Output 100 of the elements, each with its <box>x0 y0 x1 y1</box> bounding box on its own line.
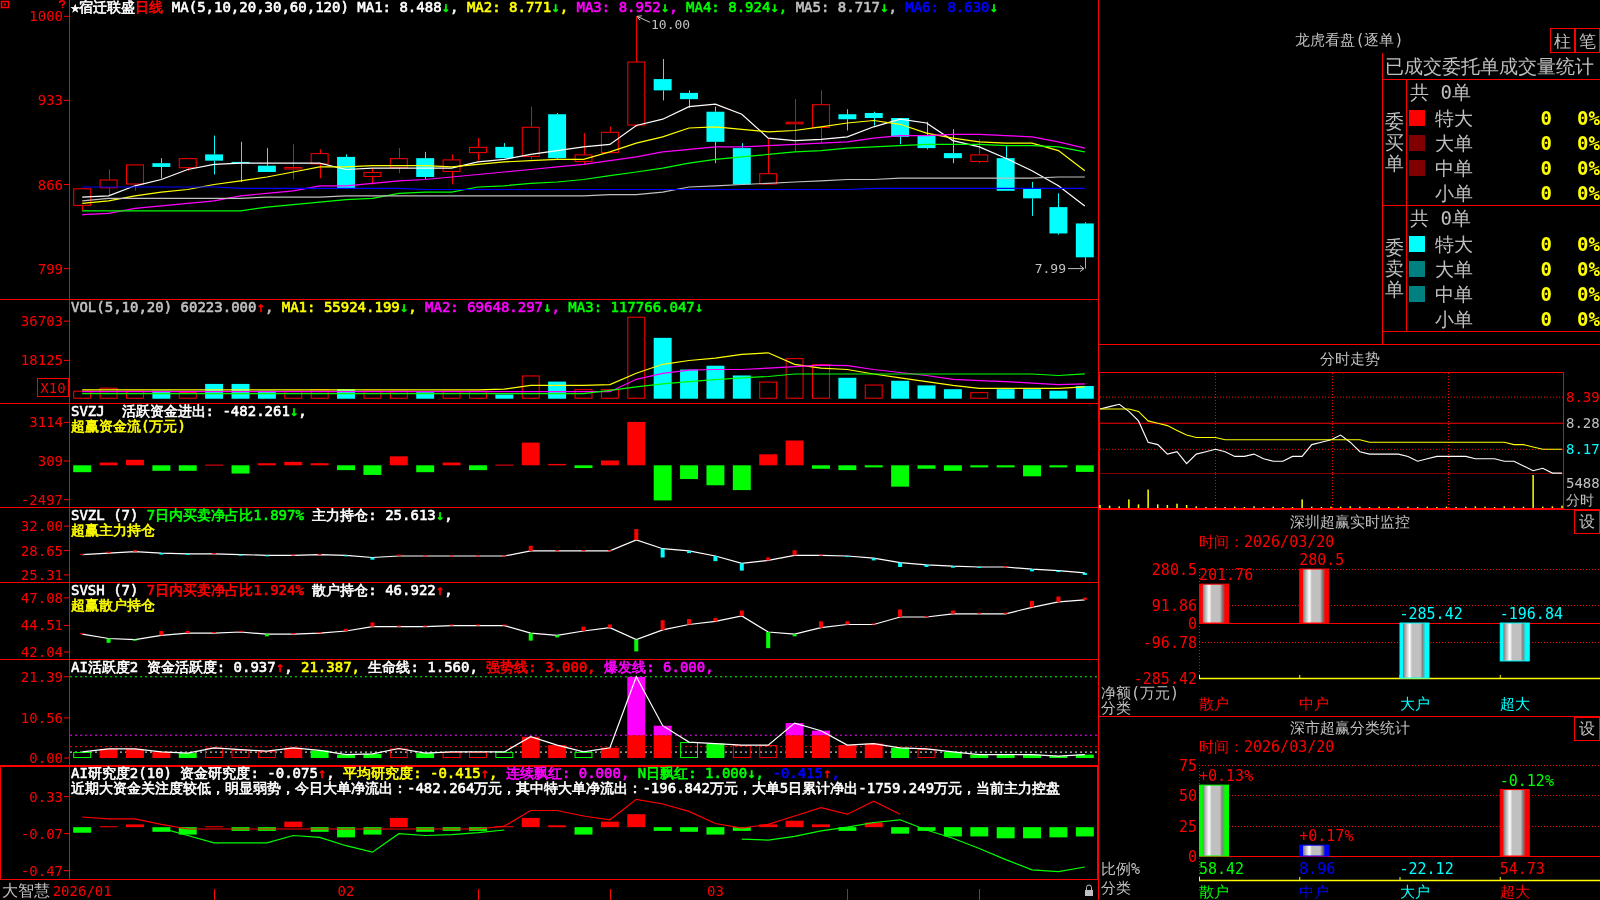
date-label: 02 <box>337 883 355 899</box>
indicator-legend: SVZL (7) 7日内买卖净占比1.897% 主力持仓: 25.613↓, <box>71 508 453 523</box>
axis-label: 280.5 <box>1151 560 1197 579</box>
share-value: 0% <box>1577 232 1600 255</box>
value-label: -0.12% <box>1499 771 1554 790</box>
share-value: 0% <box>1577 181 1600 204</box>
axis-label: 933 <box>37 92 63 109</box>
count-value: 0 <box>1540 282 1552 305</box>
value-label: 8.96 <box>1299 860 1336 878</box>
axis-label: 0.33 <box>29 788 63 805</box>
indicator-legend: 超赢散户持仓 <box>71 598 155 613</box>
total-label: 共 0单 <box>1410 207 1471 229</box>
share-value: 0% <box>1577 282 1600 305</box>
axis-label: 8.28 <box>1566 415 1600 432</box>
axis-label: 25 <box>1178 817 1197 836</box>
value-label: 58.42 <box>1199 860 1245 878</box>
axis-label: 28.65 <box>20 542 63 559</box>
axis-label: 32.00 <box>20 518 63 535</box>
indicator-legend: SVSH (7) 7日内买卖净占比1.924% 散户持仓: 46.922↑, <box>71 583 453 598</box>
axis-label: 10.56 <box>20 709 63 726</box>
date-label: 03 <box>707 883 724 899</box>
axis-label: 42.04 <box>20 644 63 660</box>
count-value: 0 <box>1540 232 1552 255</box>
share-value: 0% <box>1577 156 1600 179</box>
indicator-legend: VOL(5,10,20) 60223.000↑, MA1: 55924.199↓, MA2: 69648.297↓, MA3: 117766.047↓ <box>71 300 704 315</box>
axis-label: 5488 <box>1566 475 1600 491</box>
panel-title: 龙虎看盘(逐单) <box>1295 31 1404 51</box>
value-label: -196.84 <box>1499 605 1563 624</box>
category-label: 超大 <box>1499 695 1530 713</box>
share-value: 0% <box>1577 106 1600 129</box>
axis-label: -0.07 <box>20 825 63 842</box>
row-label: 中单 <box>1434 156 1473 179</box>
indicator-legend: 近期大资金关注度较低，明显弱势，今日大单净流出：-482.264万元，其中特大单净流出：-196.842万元，大单5日累计净出-1759.249万元，当前主力控盘 <box>71 781 1061 796</box>
count-value: 0 <box>1540 106 1552 129</box>
count-value: 0 <box>1540 131 1552 154</box>
side-label: 委买单 <box>1385 111 1404 174</box>
share-value: 0% <box>1577 257 1600 280</box>
time-label: 时间：2026/03/20 <box>1199 533 1335 551</box>
panel-title: 深圳超赢实时监控 <box>1289 513 1410 531</box>
axis-label: 799 <box>37 260 63 277</box>
row-label: 大单 <box>1434 131 1473 154</box>
count-value: 0 <box>1540 181 1552 204</box>
axis-label: 25.31 <box>20 566 63 583</box>
value-label: -22.12 <box>1399 860 1454 878</box>
panel-title: 深市超赢分类统计 <box>1289 719 1410 737</box>
category-label: 大户 <box>1399 883 1430 900</box>
value-label: -285.42 <box>1399 605 1463 624</box>
category-label: 散户 <box>1199 695 1229 713</box>
axis-label: 0 <box>1187 614 1197 633</box>
axis-label: 50 <box>1178 786 1197 805</box>
row-label: 小单 <box>1434 307 1473 330</box>
category-label: 超大 <box>1499 883 1530 900</box>
table-title: 已成交委托单成交量统计 <box>1385 55 1594 77</box>
value-label: 54.73 <box>1499 860 1545 878</box>
panel-title: 分时走势 <box>1319 349 1380 368</box>
value-label: 201.76 <box>1199 566 1254 585</box>
row-label: 小单 <box>1434 181 1473 204</box>
value-label: 280.5 <box>1299 552 1345 569</box>
indicator-legend: 超赢主力持仓 <box>71 523 155 538</box>
price-label: 7.99 <box>1034 261 1066 277</box>
row-label: 中单 <box>1434 282 1473 305</box>
axis-label: -96.78 <box>1142 633 1197 652</box>
side-label: 委卖单 <box>1385 237 1404 300</box>
category-label: 中户 <box>1299 883 1330 900</box>
share-value: 0% <box>1577 307 1600 330</box>
axis-label: 18125 <box>20 352 63 369</box>
axis-label: 309 <box>37 453 63 470</box>
indicator-legend: SVZJ 活跃资金进出: -482.261↓, <box>71 404 307 419</box>
axis-label: 8.17 <box>1566 441 1600 458</box>
value-label: +0.17% <box>1299 827 1354 846</box>
date-label: 2026/01 <box>52 883 112 899</box>
axis-label: 36703 <box>20 313 63 330</box>
row-label: 大单 <box>1434 257 1473 280</box>
category-label: 散户 <box>1199 883 1229 900</box>
row-label: 特大 <box>1434 232 1473 255</box>
count-value: 0 <box>1540 307 1552 330</box>
price-label: 10.00 <box>651 16 691 32</box>
axis-label: -2497 <box>20 491 63 508</box>
share-value: 0% <box>1577 131 1600 154</box>
indicator-legend: AI研究度2(10) 资金研究度: -0.075↑, 平均研究度: -0.415↑, 连续飘红: 0.000, N日飘红: 1.000↓, -0.415↑, <box>71 766 840 781</box>
indicator-legend: 超赢资金流(万元) <box>71 419 186 434</box>
count-value: 0 <box>1540 156 1552 179</box>
axis-title: 比例% <box>1101 860 1141 878</box>
axis-label: 1000 <box>29 8 63 25</box>
value-label: +0.13% <box>1199 767 1254 786</box>
axis-label: 47.08 <box>20 589 63 606</box>
axis-label: 44.51 <box>20 617 63 634</box>
indicator-legend: ★宿迁联盛日线 MA(5,10,20,30,60,120) MA1: 8.488↓, MA2: 8.771↓, MA3: 8.952↓, MA4: 8.924↓, MA5: 8.717↓, MA6: 8.630↓ <box>71 0 998 15</box>
row-label: 特大 <box>1434 106 1473 129</box>
axis-label: -0.47 <box>20 862 63 879</box>
axis-label: 866 <box>37 176 63 193</box>
axis-title: 分类 <box>1101 879 1131 897</box>
app-name: 大智慧 <box>2 880 50 900</box>
axis-title: 分时 <box>1566 492 1594 508</box>
axis-label: 0 <box>1187 847 1197 866</box>
time-label: 时间：2026/03/20 <box>1199 738 1335 756</box>
axis-label: 75 <box>1178 756 1197 775</box>
scale-label: X10 <box>37 378 69 397</box>
category-label: 大户 <box>1399 695 1430 713</box>
axis-label: 91.86 <box>1151 596 1197 615</box>
